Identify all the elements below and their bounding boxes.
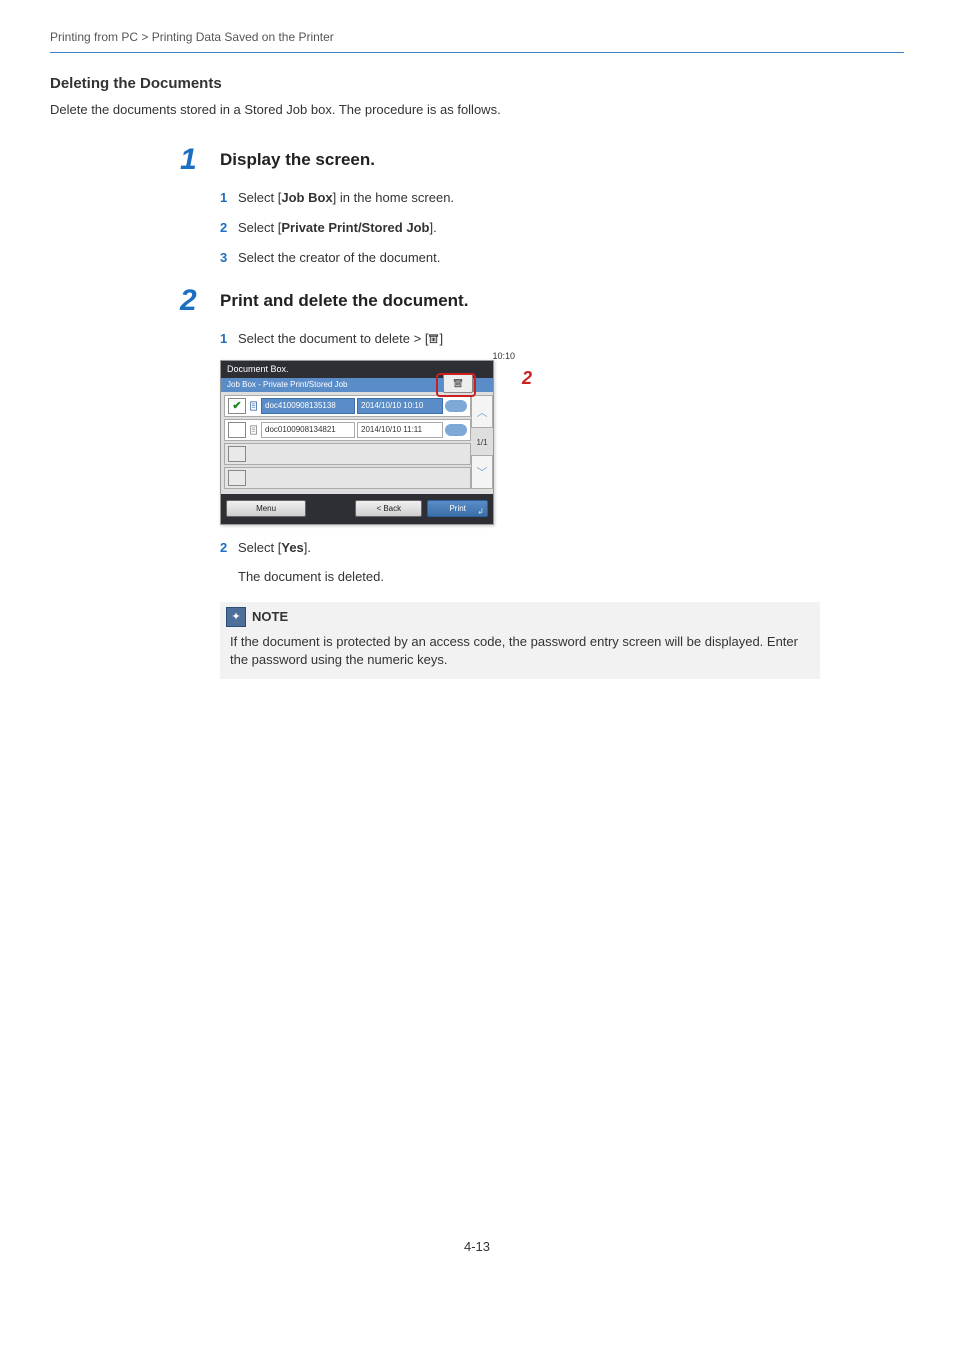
list-item[interactable]: doc0100908134821 2014/10/10 11:11 bbox=[224, 419, 471, 441]
scroll-down-button[interactable]: ﹀ bbox=[471, 455, 493, 489]
result-text: The document is deleted. bbox=[238, 569, 904, 584]
info-badge[interactable] bbox=[445, 400, 467, 412]
substep-number: 3 bbox=[220, 249, 238, 267]
breadcrumb: Printing from PC > Printing Data Saved o… bbox=[50, 30, 904, 53]
list-item-empty bbox=[224, 443, 471, 465]
menu-button[interactable]: Menu bbox=[226, 500, 306, 517]
doc-date: 2014/10/10 11:11 bbox=[357, 422, 443, 438]
step-1-number: 1 bbox=[180, 145, 220, 175]
doc-date: 2014/10/10 10:10 bbox=[357, 398, 443, 414]
step-2-number: 2 bbox=[180, 286, 220, 316]
checkbox-disabled bbox=[228, 446, 246, 462]
trash-icon bbox=[428, 331, 439, 346]
substep-number: 1 bbox=[220, 330, 238, 348]
checkbox[interactable] bbox=[228, 422, 246, 438]
list-item-empty bbox=[224, 467, 471, 489]
list-item[interactable]: doc4100908135138 2014/10/10 10:10 bbox=[224, 395, 471, 417]
document-icon bbox=[249, 400, 259, 412]
callout-box-2 bbox=[436, 373, 476, 397]
substep-text: Select the creator of the document. bbox=[238, 249, 904, 267]
info-badge[interactable] bbox=[445, 424, 467, 436]
section-heading: Deleting the Documents bbox=[50, 75, 904, 92]
doc-name: doc0100908134821 bbox=[261, 422, 355, 438]
checkbox-disabled bbox=[228, 470, 246, 486]
checkbox[interactable] bbox=[228, 398, 246, 414]
doc-name: doc4100908135138 bbox=[261, 398, 355, 414]
step-2-title: Print and delete the document. bbox=[220, 286, 468, 311]
screen-time: 10:10 bbox=[492, 351, 515, 361]
intro-text: Delete the documents stored in a Stored … bbox=[50, 102, 904, 117]
substep-number: 1 bbox=[220, 189, 238, 207]
note-title: NOTE bbox=[252, 609, 288, 624]
page-indicator: 1/1 bbox=[471, 430, 493, 455]
back-button[interactable]: < Back bbox=[355, 500, 422, 517]
substep-number: 2 bbox=[220, 539, 238, 557]
step-1-title: Display the screen. bbox=[220, 145, 375, 170]
scroll-up-button[interactable]: ︿ bbox=[471, 395, 493, 429]
substep-number: 2 bbox=[220, 219, 238, 237]
print-button[interactable]: Print bbox=[427, 500, 488, 517]
substep-text: Select [Private Print/Stored Job]. bbox=[238, 219, 904, 237]
substep-text: Select the document to delete > [] bbox=[238, 330, 904, 348]
chevron-up-icon: ︿ bbox=[477, 404, 488, 420]
note-box: ✦ NOTE If the document is protected by a… bbox=[220, 602, 820, 679]
callout-2: 2 bbox=[522, 368, 532, 389]
note-body: If the document is protected by an acces… bbox=[220, 629, 820, 669]
substep-text: Select [Yes]. bbox=[238, 539, 904, 557]
page-number: 4-13 bbox=[50, 1239, 904, 1254]
chevron-down-icon: ﹀ bbox=[477, 464, 488, 480]
device-screenshot: 2 1 10:10 Document Box. Job Box - Privat… bbox=[220, 360, 530, 525]
document-icon bbox=[249, 424, 259, 436]
note-icon: ✦ bbox=[226, 607, 246, 627]
substep-text: Select [Job Box] in the home screen. bbox=[238, 189, 904, 207]
